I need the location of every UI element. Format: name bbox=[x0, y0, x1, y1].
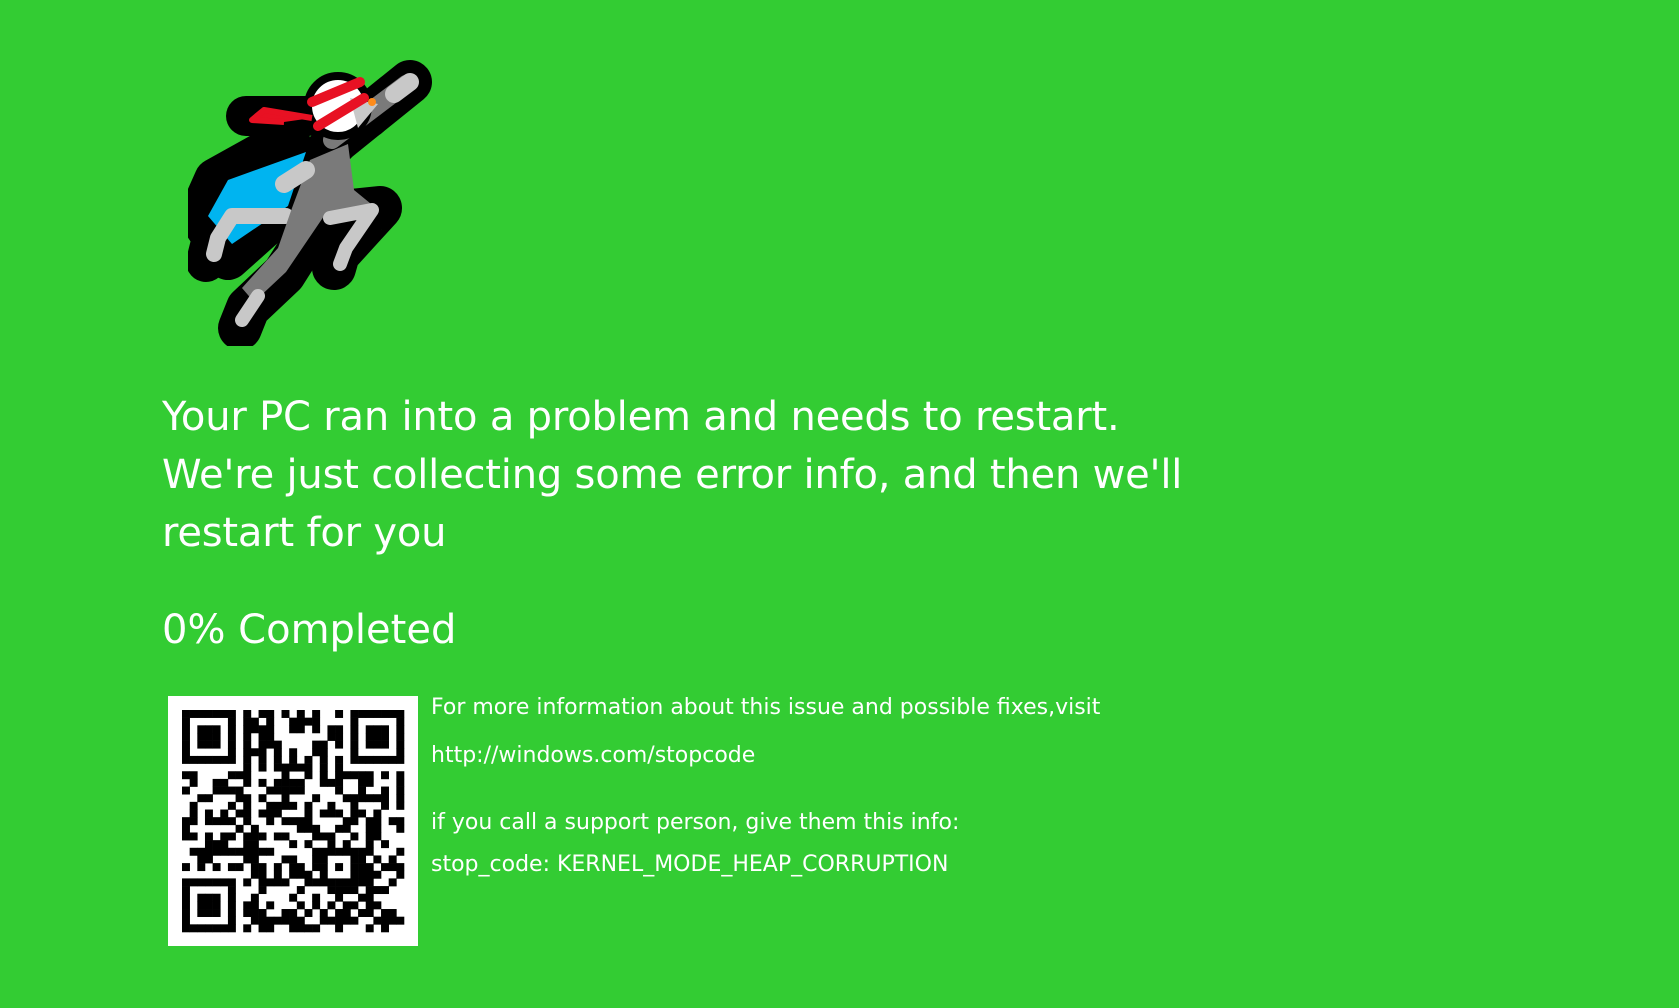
qr-code-icon bbox=[168, 696, 418, 946]
more-info-text: For more information about this issue an… bbox=[431, 695, 1101, 720]
stop-code-text: stop_code: KERNEL_MODE_HEAP_CORRUPTION bbox=[431, 852, 949, 877]
stopcode-url-link[interactable]: http://windows.com/stopcode bbox=[431, 740, 755, 772]
progress-text: 0% Completed bbox=[162, 607, 457, 653]
support-prompt-text: if you call a support person, give them … bbox=[431, 810, 960, 835]
error-message: Your PC ran into a problem and needs to … bbox=[162, 394, 1183, 556]
bsod-screen: Your PC ran into a problem and needs to … bbox=[0, 0, 1679, 1008]
flying-superhero-cat-icon bbox=[178, 58, 476, 350]
